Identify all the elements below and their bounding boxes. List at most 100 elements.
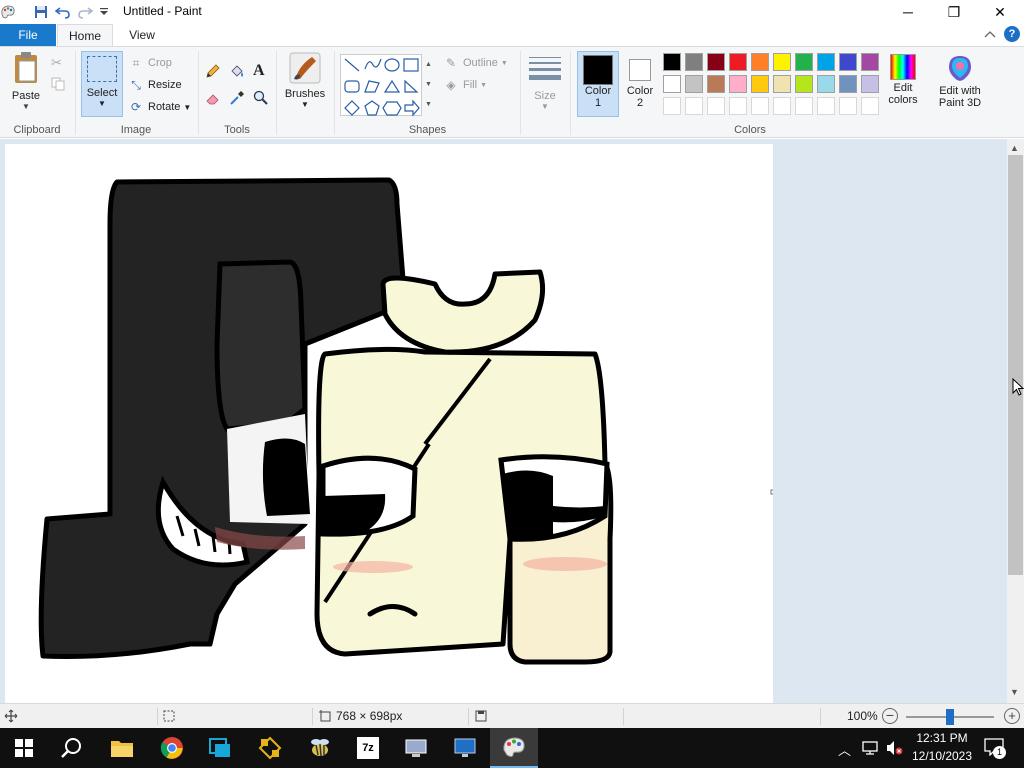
crop-button[interactable]: ⌗ Crop [128, 53, 172, 73]
palette-swatch[interactable] [795, 75, 813, 93]
palette-swatch[interactable] [663, 75, 681, 93]
zoom-in-button[interactable]: + [1004, 708, 1020, 724]
size-icon [529, 57, 561, 80]
scroll-down-icon[interactable]: ▼ [1010, 687, 1019, 697]
color1-button[interactable]: Color 1 [577, 51, 619, 117]
palette-swatch[interactable] [861, 53, 879, 71]
color1-swatch [583, 55, 613, 85]
bee-app-icon[interactable] [296, 728, 344, 768]
paste-button[interactable]: Paste ▼ [4, 51, 48, 117]
pencil-icon[interactable] [205, 63, 223, 81]
palette-swatch[interactable] [707, 75, 725, 93]
zoom-out-button[interactable]: − [882, 708, 898, 724]
customize-quick-access-icon[interactable] [96, 4, 112, 20]
edit-colors-button[interactable]: Edit colors [883, 51, 923, 117]
network-app-icon[interactable] [392, 728, 440, 768]
network-icon[interactable] [862, 740, 880, 759]
clock-time[interactable]: 12:31 PM [914, 731, 970, 745]
resize-button[interactable]: ⤡ Resize [128, 75, 181, 95]
volume-muted-icon[interactable] [886, 740, 904, 759]
palette-swatch[interactable] [707, 53, 725, 71]
select-button[interactable]: Select ▼ [81, 51, 123, 117]
custom-color-slot[interactable] [861, 97, 879, 115]
canvas-area[interactable] [0, 139, 1007, 703]
custom-color-slot[interactable] [795, 97, 813, 115]
chrome-icon[interactable] [148, 728, 196, 768]
tab-view[interactable]: View [114, 24, 170, 46]
palette-swatch[interactable] [663, 53, 681, 71]
vertical-scrollbar[interactable]: ▲ ▼ [1007, 139, 1024, 703]
shapes-gallery[interactable] [340, 54, 422, 117]
custom-color-slot[interactable] [729, 97, 747, 115]
palette-swatch[interactable] [729, 75, 747, 93]
eraser-icon[interactable] [205, 90, 223, 108]
remote-desktop-icon[interactable] [441, 728, 489, 768]
custom-color-slot[interactable] [751, 97, 769, 115]
fill-button[interactable]: ◈ Fill ▼ [443, 75, 487, 95]
help-icon[interactable]: ? [1004, 26, 1020, 42]
status-bar: 768 × 698px 100% − + [0, 703, 1024, 728]
search-icon[interactable] [48, 728, 96, 768]
copy-icon[interactable] [51, 77, 67, 93]
palette-swatch[interactable] [685, 53, 703, 71]
custom-color-slot[interactable] [817, 97, 835, 115]
palette-swatch[interactable] [773, 75, 791, 93]
notifications-button[interactable]: 1 [984, 738, 1006, 759]
colors-group-label: Colors [734, 124, 766, 136]
save-icon[interactable] [33, 4, 49, 20]
7zip-icon[interactable]: 7z [344, 728, 392, 768]
collapse-ribbon-icon[interactable] [984, 29, 998, 41]
start-button[interactable] [0, 728, 48, 768]
palette-swatch[interactable] [729, 53, 747, 71]
shapes-scroll[interactable]: ▲ ▼ ▼ [424, 55, 433, 115]
custom-color-slot[interactable] [685, 97, 703, 115]
palette-swatch[interactable] [817, 75, 835, 93]
outline-button[interactable]: ✎ Outline ▼ [443, 53, 508, 73]
custom-color-slot[interactable] [663, 97, 681, 115]
canvas-dimensions: 768 × 698px [336, 709, 403, 723]
custom-color-slot[interactable] [773, 97, 791, 115]
palette-swatch[interactable] [773, 53, 791, 71]
scrollbar-thumb[interactable] [1008, 155, 1023, 575]
remote-tool-icon[interactable] [196, 728, 244, 768]
color1-number: 1 [594, 97, 602, 109]
show-hidden-icons-chevron[interactable]: ︿ [838, 740, 851, 759]
size-button[interactable]: Size ▼ [526, 53, 564, 115]
palette-swatch[interactable] [817, 53, 835, 71]
undo-icon[interactable] [55, 4, 71, 20]
palette-swatch[interactable] [685, 75, 703, 93]
paint-taskbar-icon[interactable] [490, 728, 538, 768]
paint-app-icon[interactable] [0, 4, 16, 20]
close-button[interactable]: ✕ [977, 0, 1023, 24]
palette-swatch[interactable] [751, 53, 769, 71]
cut-icon[interactable]: ✂ [51, 55, 67, 71]
palette-swatch[interactable] [839, 75, 857, 93]
scroll-up-icon[interactable]: ▲ [1010, 143, 1019, 153]
tab-file[interactable]: File [0, 24, 56, 46]
custom-color-slot[interactable] [839, 97, 857, 115]
zoom-slider-thumb[interactable] [946, 709, 954, 725]
edit-with-paint3d-button[interactable]: Edit with Paint 3D [931, 51, 989, 117]
palette-swatch[interactable] [861, 75, 879, 93]
palette-swatch[interactable] [795, 53, 813, 71]
minimize-button[interactable]: ─ [885, 0, 931, 24]
zoom-slider[interactable] [906, 709, 994, 725]
custom-color-slot[interactable] [707, 97, 725, 115]
clock-date[interactable]: 12/10/2023 [909, 749, 975, 763]
drawing-canvas[interactable] [5, 144, 776, 703]
palette-swatch[interactable] [839, 53, 857, 71]
color-picker-icon[interactable] [229, 90, 247, 108]
magnifier-icon[interactable] [253, 90, 271, 108]
redo-icon[interactable] [77, 4, 93, 20]
rotate-label: Rotate [148, 101, 181, 113]
brushes-button[interactable]: Brushes ▼ [281, 51, 329, 117]
fill-bucket-icon[interactable] [229, 63, 247, 81]
archive-tool-icon[interactable] [246, 728, 294, 768]
text-tool-icon[interactable]: A [253, 62, 271, 80]
rotate-button[interactable]: ⟳ Rotate ▼ [128, 97, 191, 117]
tab-home[interactable]: Home [57, 24, 113, 47]
palette-swatch[interactable] [751, 75, 769, 93]
file-explorer-icon[interactable] [98, 728, 146, 768]
restore-button[interactable]: ❐ [931, 0, 977, 24]
color2-button[interactable]: Color 2 [621, 51, 659, 117]
